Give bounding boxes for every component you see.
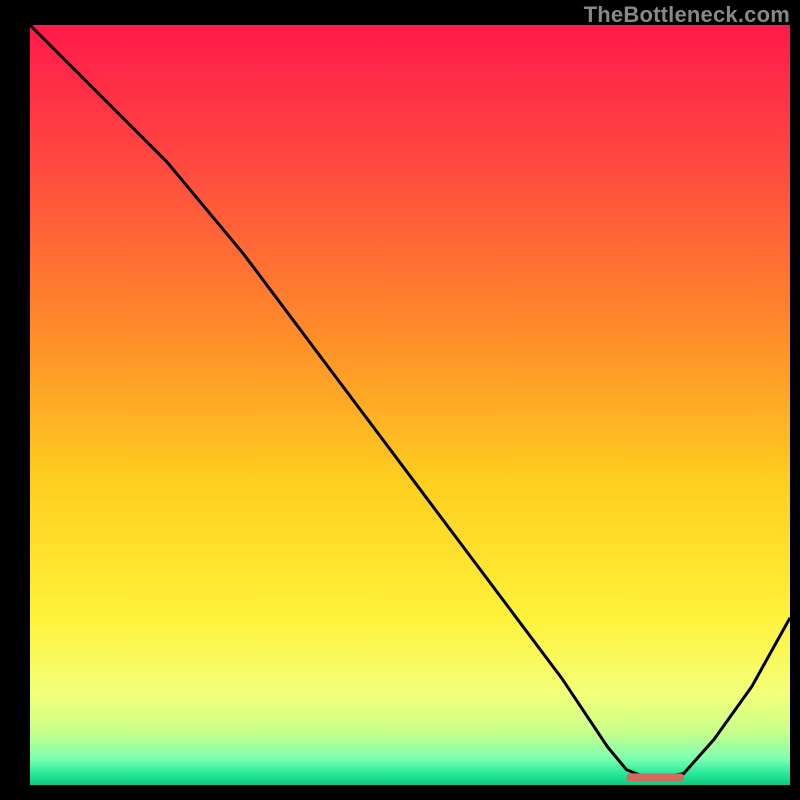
chart-canvas bbox=[0, 0, 800, 800]
bottleneck-chart: TheBottleneck.com bbox=[0, 0, 800, 800]
plateau-marker bbox=[627, 773, 684, 781]
